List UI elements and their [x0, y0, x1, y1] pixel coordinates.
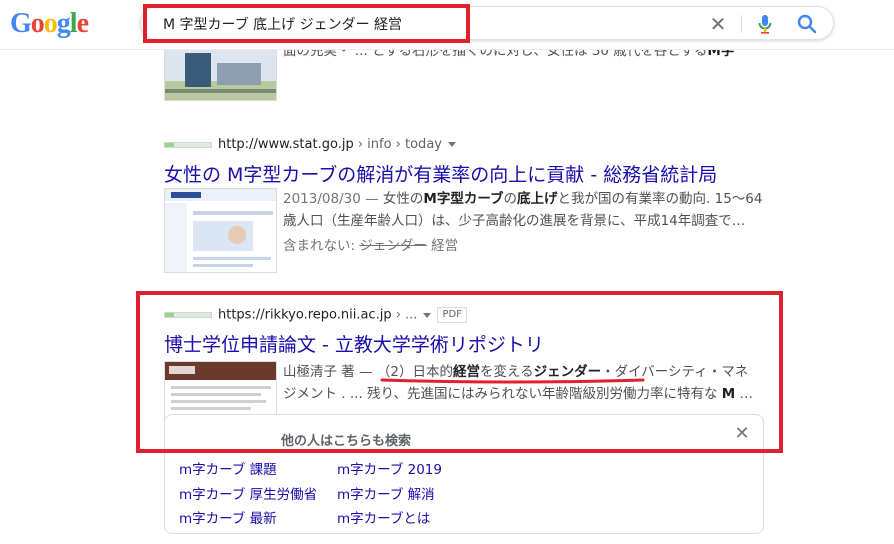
cite-host: http://www.stat.go.jp	[218, 137, 354, 152]
snippet-text: と我が国の有業率の動向. 15～64	[557, 191, 763, 207]
search-box: ✕	[140, 6, 834, 40]
result-thumbnail[interactable]	[164, 188, 277, 273]
snippet-text: 女性の	[382, 191, 424, 207]
logo-letter: l	[69, 8, 78, 39]
logo-letter: g	[56, 8, 71, 39]
result-cite[interactable]: http://www.stat.go.jp › info › today	[164, 137, 456, 152]
missing-rest: 経営	[426, 238, 459, 254]
people-also-search-panel: 他の人はこちらも検索 ✕ m字カーブ 課題 m字カーブ 2019 m字カーブ 厚…	[164, 414, 764, 534]
site-favicon	[164, 312, 212, 318]
related-search-link[interactable]: m字カーブとは	[337, 507, 430, 527]
related-search-link[interactable]: m字カーブ 厚生労働省	[179, 483, 317, 503]
snippet-text: …	[735, 386, 754, 402]
close-icon[interactable]: ✕	[733, 425, 751, 443]
logo-letter: G	[10, 8, 32, 39]
snippet-line: 歳人口（生産年齢人口）は、少子高齢化の進展を背景に、平成14年調査で…	[283, 213, 746, 229]
snippet-bold: M	[721, 386, 736, 402]
microphone-icon[interactable]	[753, 12, 777, 36]
snippet-bold: 底上げ	[517, 191, 558, 207]
cite-path: › ...	[391, 307, 418, 323]
chevron-down-icon[interactable]	[447, 142, 456, 147]
people-also-search-title: 他の人はこちらも検索	[281, 434, 412, 449]
related-search-link[interactable]: m字カーブ 解消	[337, 483, 435, 503]
chevron-down-icon[interactable]	[423, 312, 432, 318]
missing-label: 含まれない:	[283, 238, 360, 254]
result-cite[interactable]: https://rikkyo.repo.nii.ac.jp › ... PDF	[164, 307, 467, 323]
red-underline-annotation	[380, 378, 645, 384]
pdf-badge: PDF	[437, 307, 467, 323]
missing-struck-term: ジェンダー	[359, 238, 427, 254]
result-date: 2013/08/30 —	[283, 191, 383, 207]
cite-path: › info › today	[353, 137, 442, 152]
related-search-link[interactable]: m字カーブ 2019	[337, 458, 442, 478]
result-title[interactable]: 博士学位申請論文 - 立教大学学術リポジトリ	[164, 330, 544, 357]
clear-icon[interactable]: ✕	[706, 12, 730, 36]
snippet-text: ジメント . ... 残り、先進国にはみられない年齢階級別労働力率に特有な	[283, 386, 722, 402]
result-snippet: 2013/08/30 — 女性のM字型カーブの底上げと我が国の有業率の動向. 1…	[283, 188, 762, 232]
snippet-line: 2013/08/30 — 女性のM字型カーブの底上げと我が国の有業率の動向. 1…	[283, 188, 762, 210]
related-search-link[interactable]: m字カーブ 最新	[179, 507, 277, 527]
cite-host: https://rikkyo.repo.nii.ac.jp	[218, 307, 392, 323]
related-search-link[interactable]: m字カーブ 課題	[179, 458, 277, 478]
google-logo[interactable]: Google	[10, 8, 102, 40]
search-input[interactable]	[163, 14, 683, 34]
result-title[interactable]: 女性の M字型カーブの解消が有業率の向上に貢献 - 総務省統計局	[164, 160, 717, 187]
search-divider	[741, 15, 742, 33]
snippet-line: ジメント . ... 残り、先進国にはみられない年齢階級別労働力率に特有な M …	[283, 383, 753, 405]
snippet-bold: M字型カーブ	[423, 191, 504, 207]
search-icon[interactable]	[795, 12, 819, 36]
site-favicon	[164, 141, 212, 148]
snippet-text: の	[503, 191, 518, 207]
search-header: Google ✕	[0, 0, 894, 50]
logo-letter: o	[43, 8, 58, 39]
logo-letter: e	[76, 8, 89, 39]
logo-letter: o	[30, 8, 45, 39]
missing-terms: 含まれない: ジェンダー 経営	[283, 234, 458, 254]
